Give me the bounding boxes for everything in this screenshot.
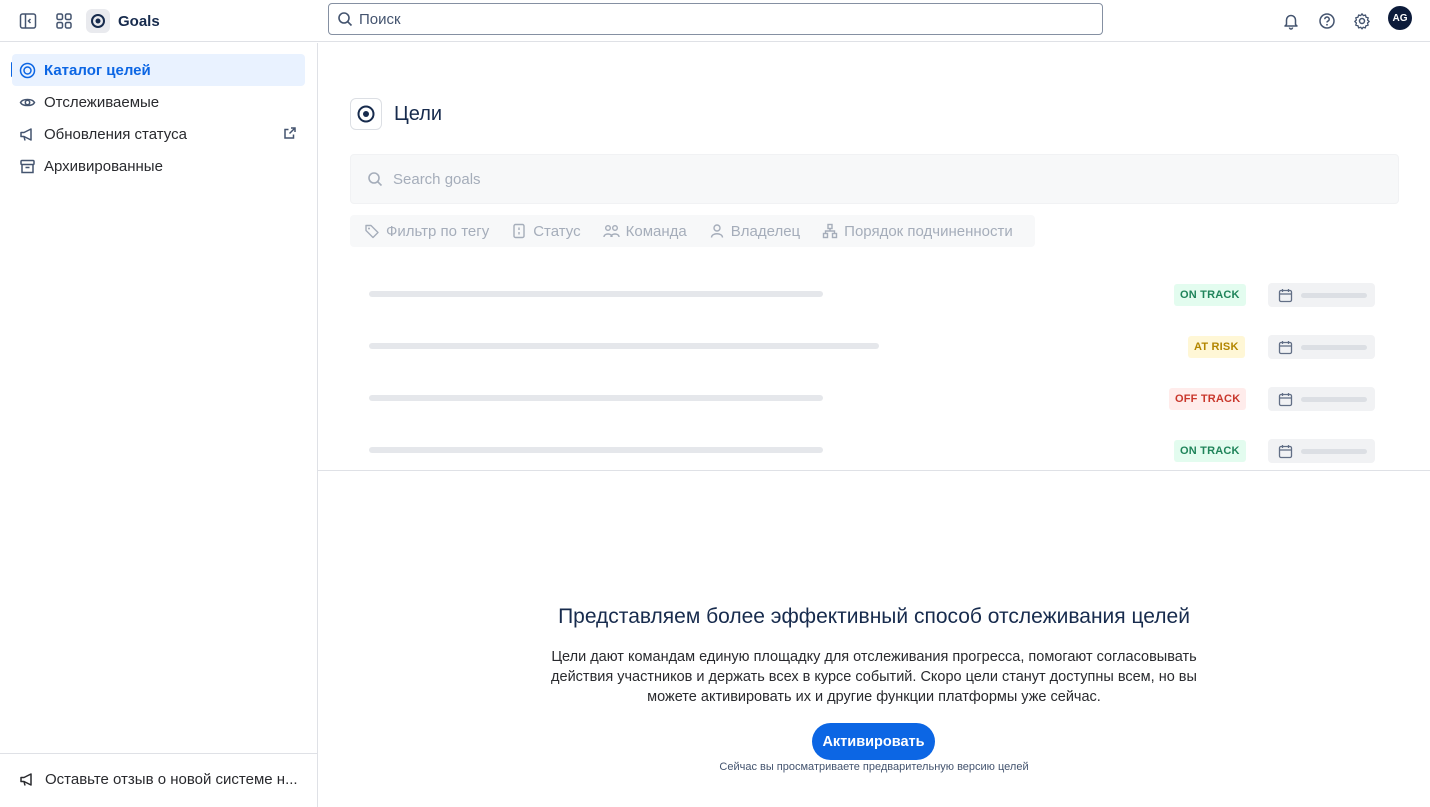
sidebar: Каталог целей Отслеживаемые Обновления с…	[0, 43, 318, 807]
archive-icon	[20, 159, 35, 173]
title-placeholder	[369, 395, 823, 401]
goals-logo-icon	[86, 9, 110, 33]
goal-search-placeholder: Search goals	[393, 170, 481, 188]
status-lozenge: AT RISK	[1188, 336, 1245, 358]
goal-search-input[interactable]: Search goals	[350, 154, 1399, 204]
date-placeholder	[1268, 335, 1375, 359]
team-icon	[602, 225, 620, 238]
filter-owner[interactable]: Владелец	[709, 223, 800, 240]
section-divider	[318, 470, 1430, 471]
date-placeholder	[1268, 439, 1375, 463]
tag-icon	[365, 224, 379, 239]
person-icon	[710, 224, 723, 238]
sidebar-item-label: Каталог целей	[44, 61, 151, 79]
goal-row-skeleton: ON TRACK	[350, 437, 1399, 465]
sidebar-footer: Оставьте отзыв о новой системе н...	[0, 753, 317, 807]
goals-icon	[350, 98, 382, 130]
eye-icon	[19, 98, 36, 106]
date-placeholder	[1268, 387, 1375, 411]
sidebar-toggle-icon[interactable]	[14, 7, 42, 35]
app-name: Goals	[118, 12, 160, 30]
title-placeholder	[369, 291, 823, 297]
sidebar-item-label: Архивированные	[44, 157, 163, 175]
sidebar-item-goal-catalog[interactable]: Каталог целей	[12, 54, 305, 86]
sidebar-item-label: Обновления статуса	[44, 125, 187, 143]
help-icon[interactable]	[1313, 7, 1341, 35]
filter-status[interactable]: Статус	[511, 222, 581, 240]
sidebar-item-label: Отслеживаемые	[44, 93, 160, 111]
search-icon	[338, 12, 353, 27]
calendar-icon	[1278, 288, 1293, 302]
external-link-icon	[284, 127, 296, 139]
promo-description: Цели дают командам единую площадку для о…	[551, 649, 1197, 705]
filter-label: Статус	[533, 222, 581, 240]
goal-row-skeleton: ON TRACK	[350, 281, 1399, 309]
search-placeholder: Поиск	[359, 10, 401, 28]
goal-row-skeleton: OFF TRACK	[350, 385, 1399, 413]
status-lozenge: OFF TRACK	[1169, 388, 1247, 410]
megaphone-icon	[20, 773, 32, 786]
goal-row-skeleton: AT RISK	[350, 333, 1399, 361]
filter-label: Фильтр по тегу	[386, 222, 490, 240]
sidebar-item-archived[interactable]: Архивированные	[12, 150, 305, 182]
title-placeholder	[369, 343, 879, 349]
calendar-icon	[1278, 392, 1293, 406]
filter-team[interactable]: Команда	[602, 222, 687, 240]
calendar-icon	[1278, 340, 1293, 354]
top-navigation: Goals Поиск AG	[0, 0, 1430, 42]
filter-hierarchy[interactable]: Порядок подчиненности	[822, 223, 1013, 240]
status-lozenge: ON TRACK	[1174, 440, 1246, 462]
sidebar-item-watched[interactable]: Отслеживаемые	[12, 86, 305, 118]
status-lozenge: ON TRACK	[1174, 284, 1246, 306]
calendar-icon	[1278, 444, 1293, 458]
filter-bar: Фильтр по тегу Статус Команда Владелец П…	[350, 215, 1035, 247]
bell-icon[interactable]	[1277, 7, 1305, 35]
preview-note: Сейчас вы просматриваете предварительную…	[719, 761, 1029, 773]
app-grid-icon[interactable]	[50, 7, 78, 35]
filter-label: Порядок подчиненности	[844, 222, 1013, 240]
page-header: Цели	[350, 98, 442, 130]
target-icon	[19, 62, 36, 78]
date-placeholder	[1268, 283, 1375, 307]
feedback-label: Оставьте отзыв о новой системе н...	[45, 771, 298, 788]
filter-label: Владелец	[730, 222, 801, 240]
hierarchy-icon	[822, 223, 838, 239]
title-placeholder	[369, 447, 823, 453]
user-avatar[interactable]: AG	[1388, 6, 1412, 30]
filter-tag[interactable]: Фильтр по тегу	[364, 223, 489, 240]
page-title: Цели	[394, 102, 443, 125]
promo-title: Представляем более эффективный способ от…	[558, 605, 1190, 628]
app-switcher[interactable]: Goals	[86, 6, 160, 36]
global-search-input[interactable]: Поиск	[328, 3, 1103, 35]
filter-label: Команда	[625, 222, 687, 240]
main-content: Цели Search goals Фильтр по тегу Статус …	[318, 43, 1430, 807]
activate-button[interactable]: Активировать	[812, 723, 935, 760]
megaphone-icon	[20, 127, 32, 141]
feedback-link[interactable]: Оставьте отзыв о новой системе н...	[19, 771, 299, 788]
sidebar-item-status-updates[interactable]: Обновления статуса	[12, 118, 305, 150]
status-icon	[513, 223, 525, 239]
settings-icon[interactable]	[1348, 7, 1376, 35]
search-icon	[368, 172, 383, 187]
